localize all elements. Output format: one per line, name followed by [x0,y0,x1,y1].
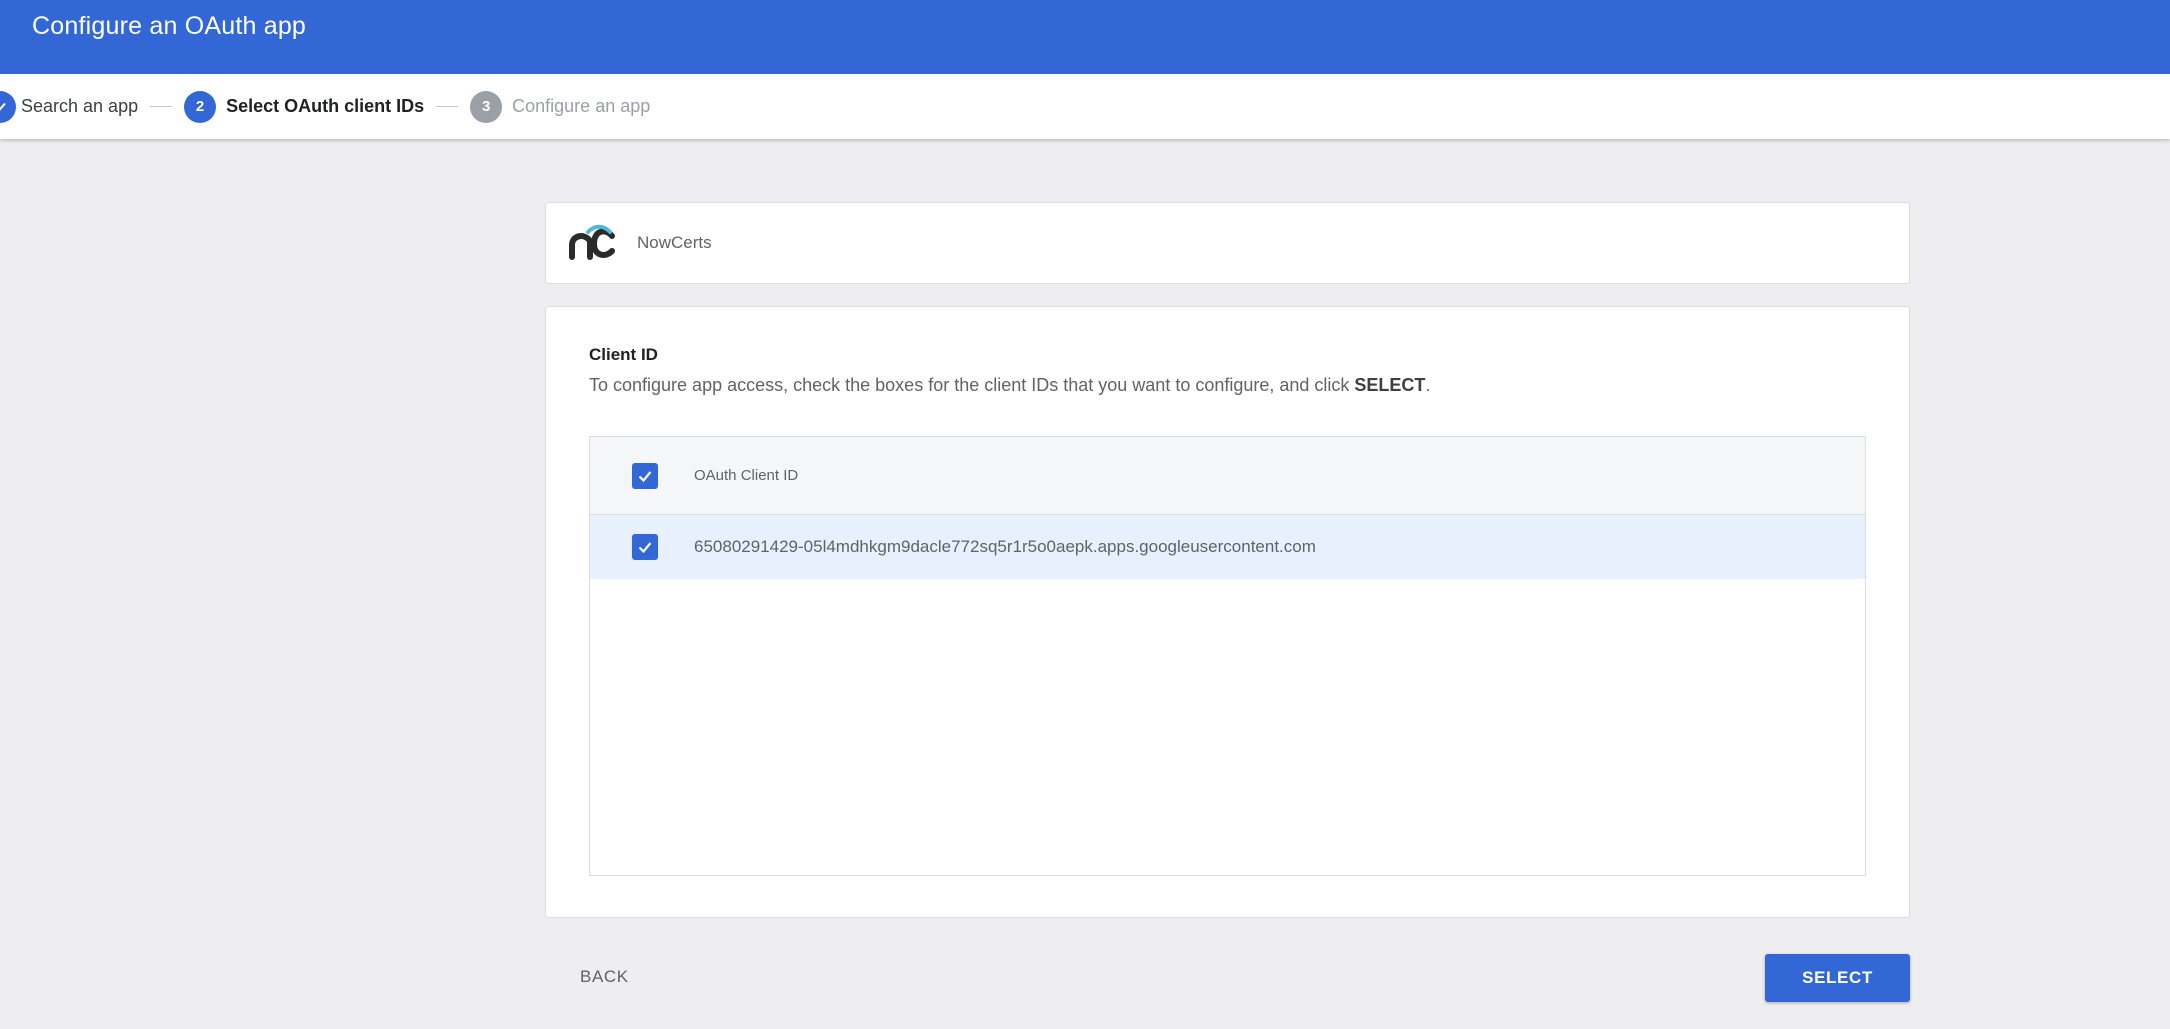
step-select-client-ids[interactable]: 2 Select OAuth client IDs [184,90,425,123]
column-header-oauth-client-id: OAuth Client ID [694,467,799,484]
select-all-checkbox[interactable] [632,462,658,489]
step-label: Configure an app [512,96,651,116]
app-name: NowCerts [637,233,712,252]
client-id-value: 65080291429-05l4mdhkgm9dacle772sq5r1r5o0… [694,537,1316,556]
client-id-table: OAuth Client ID 65080291429-05l4mdhkgm9d… [589,436,1866,876]
step-number: 3 [470,90,503,123]
nowcerts-logo-icon [568,223,616,263]
section-description: To configure app access, check the boxes… [589,375,1431,395]
check-icon [0,90,16,123]
step-number: 2 [184,90,217,123]
app-card: NowCerts [545,202,1910,284]
step-divider [150,106,173,107]
row-checkbox[interactable] [632,534,658,560]
step-configure-app: 3 Configure an app [470,90,651,123]
step-label: Select OAuth client IDs [226,96,425,116]
step-search-app[interactable]: Search an app [0,90,139,123]
app-header: Configure an OAuth app [0,0,2170,74]
table-row[interactable]: 65080291429-05l4mdhkgm9dacle772sq5r1r5o0… [590,515,1865,579]
table-header: OAuth Client ID [590,437,1865,515]
check-icon [638,542,652,554]
stepper: Search an app 2 Select OAuth client IDs … [0,74,2170,139]
step-divider [436,106,459,107]
page-title: Configure an OAuth app [32,12,307,40]
select-button[interactable]: SELECT [1765,954,1910,1002]
back-button[interactable]: BACK [578,963,631,991]
client-id-card: Client ID To configure app access, check… [545,306,1910,918]
step-label: Search an app [21,96,139,116]
select-emphasis: SELECT [1354,375,1426,395]
section-title: Client ID [589,345,658,364]
check-icon [638,470,652,482]
